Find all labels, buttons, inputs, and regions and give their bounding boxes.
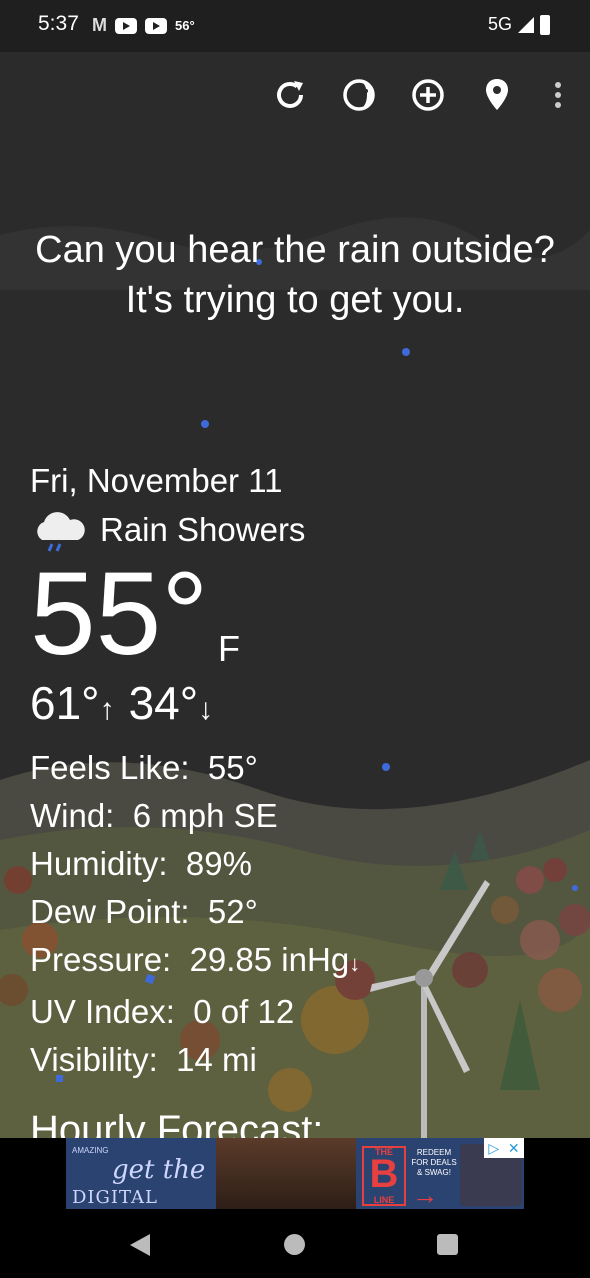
more-vert-icon — [555, 82, 561, 108]
arrow-down-icon: ↓ — [198, 693, 214, 726]
ad-container: AMAZING get the DIGITAL PASS THE B LINE … — [0, 1138, 590, 1218]
weather-details: Feels Like: 55° Wind: 6 mph SE Humidity:… — [30, 744, 360, 1084]
location-pin-icon — [486, 79, 508, 110]
forecast-date: Fri, November 11 — [30, 462, 283, 499]
ad-script-text: get the — [112, 1155, 206, 1185]
moon-phase-button[interactable] — [339, 75, 379, 115]
high-low-temps: 61°↑ 34°↓ — [30, 676, 213, 730]
detail-wind: Wind: 6 mph SE — [30, 797, 278, 834]
arrow-right-icon: → — [412, 1180, 438, 1209]
ad-b-logo: THE B LINE — [362, 1146, 406, 1206]
refresh-button[interactable] — [270, 75, 310, 115]
ad-left-text: AMAZING get the DIGITAL PASS — [72, 1146, 212, 1209]
detail-feels-like: Feels Like: 55° — [30, 749, 258, 786]
detail-visibility: Visibility: 14 mi — [30, 1041, 257, 1078]
recents-button[interactable] — [437, 1234, 458, 1255]
ad-photo — [216, 1138, 356, 1209]
add-location-button[interactable] — [408, 75, 448, 115]
status-time: 5:37 — [38, 12, 79, 35]
moon-phase-icon — [343, 79, 375, 111]
condition-row: Rain Showers — [30, 508, 305, 552]
status-bar: 5:37 M 56° 5G — [0, 0, 590, 52]
rain-cloud-icon — [37, 512, 85, 552]
status-temperature: 56° — [175, 18, 195, 33]
home-button[interactable] — [284, 1234, 305, 1255]
youtube-icon — [145, 17, 167, 34]
ad-redeem-text: REDEEM FOR DEALS & SWAG! — [411, 1148, 457, 1177]
overflow-menu-button[interactable] — [538, 75, 578, 115]
close-icon[interactable]: ✕ — [508, 1140, 520, 1157]
location-button[interactable] — [477, 75, 517, 115]
ad-brand: AMAZING — [72, 1146, 109, 1155]
battery-icon — [540, 14, 550, 35]
gmail-icon: M — [92, 15, 107, 35]
detail-humidity: Humidity: 89% — [30, 845, 252, 882]
adchoices-icon[interactable]: ▷ — [488, 1140, 499, 1157]
detail-uv-index: UV Index: 0 of 12 — [30, 993, 295, 1030]
signal-icon — [518, 16, 534, 33]
weather-headline: Can you hear the rain outside? It's tryi… — [35, 229, 555, 321]
add-circle-icon — [412, 79, 444, 111]
ad-choices[interactable]: ▷ ✕ — [484, 1138, 524, 1158]
temperature-unit: F — [218, 628, 240, 669]
ad-digital-pass: DIGITAL PASS — [72, 1187, 159, 1209]
youtube-icon — [115, 17, 137, 34]
detail-pressure: Pressure: 29.85 inHg↓ — [30, 941, 361, 978]
app-toolbar — [0, 70, 590, 120]
ad-banner[interactable]: AMAZING get the DIGITAL PASS THE B LINE … — [66, 1138, 524, 1209]
current-temperature: 55° — [30, 548, 209, 680]
system-nav-bar — [0, 1218, 590, 1278]
arrow-up-icon: ↑ — [99, 693, 115, 726]
network-type: 5G — [487, 14, 512, 34]
condition-text: Rain Showers — [100, 511, 306, 548]
low-temp: 34°↓ — [128, 677, 214, 729]
detail-dew-point: Dew Point: 52° — [30, 893, 258, 930]
refresh-icon — [277, 81, 303, 108]
pressure-falling-icon: ↓ — [349, 951, 361, 976]
high-temp: 61°↑ — [30, 677, 115, 729]
back-button[interactable] — [130, 1234, 150, 1256]
